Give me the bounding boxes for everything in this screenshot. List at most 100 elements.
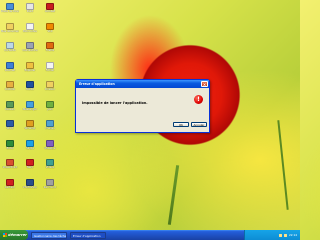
desktop-icon[interactable]: Musique [41, 139, 59, 156]
app-icon [6, 61, 14, 69]
app-icon [46, 22, 54, 30]
desktop-icon[interactable]: Messenger [21, 100, 39, 117]
desktop-icon[interactable]: Poste de travail [1, 3, 19, 19]
app-icon [26, 81, 34, 88]
desktop-icon-label: Fichier [45, 68, 55, 72]
desktop-icon[interactable]: Photoshop [21, 178, 39, 195]
app-icon [46, 61, 54, 69]
desktop-icon[interactable]: Calculatrice [21, 42, 39, 58]
desktop-icon[interactable]: Word [1, 120, 19, 136]
app-icon [46, 178, 54, 186]
desktop-icon[interactable]: Outlook [1, 81, 19, 97]
error-dialog: Erreur d'application × Impossible de lan… [75, 79, 210, 133]
windows-flag-icon [3, 233, 7, 237]
app-icon [6, 22, 14, 30]
desktop-icon-label: Raccourci [43, 185, 57, 189]
app-icon [6, 42, 14, 49]
app-icon [46, 3, 54, 10]
app-icon [46, 120, 54, 127]
error-dialog-task[interactable]: Erreur d'application [70, 231, 106, 239]
start-button[interactable]: démarrer [0, 230, 28, 240]
app-icon [26, 61, 34, 69]
desktop-icon-label: Explorer [24, 68, 36, 72]
app-icon [46, 81, 54, 88]
poppy-stem [167, 165, 180, 225]
taskbar: démarrer Gestionnaire des tâches Erreur … [0, 230, 300, 240]
desktop-icon[interactable]: VLC [41, 22, 59, 39]
app-icon [46, 139, 54, 147]
desktop-icon[interactable]: Jeux [41, 100, 59, 117]
desktop-icon[interactable]: Raccourci [41, 178, 59, 195]
desktop-icon-label: Poste de travail [1, 10, 19, 13]
desktop-icon-label: Firefox [45, 49, 55, 52]
desktop-icon[interactable]: Excel [1, 139, 19, 156]
network-icon[interactable] [283, 233, 287, 237]
app-icon [6, 139, 14, 147]
desktop-icon[interactable]: Internet [1, 61, 19, 78]
desktop-icon[interactable]: Images [41, 120, 59, 136]
app-icon [6, 81, 14, 88]
desktop-icon-label: Corbeille [4, 49, 16, 52]
desktop-icon[interactable]: Nero [21, 159, 39, 175]
desktop-icon-label: Jeux [47, 107, 53, 111]
desktop-icon[interactable]: Réseau [1, 100, 19, 117]
desktop-icon-label: Dossier [45, 88, 55, 91]
desktop-icon-label: Acrobat [44, 10, 55, 13]
clock: 22:14 [288, 233, 297, 237]
close-icon[interactable]: × [201, 81, 208, 87]
desktop-icon[interactable]: Paint [21, 3, 39, 19]
desktop-icon[interactable]: Acrobat [41, 3, 59, 19]
desktop-icon-label: Skype [26, 146, 34, 150]
app-icon [46, 100, 54, 108]
volume-icon[interactable] [278, 233, 282, 237]
desktop-icon-label: Outlook [4, 88, 16, 91]
dialog-titlebar[interactable]: Erreur d'application × [76, 80, 209, 88]
desktop-icon-label: Lecteur [5, 185, 15, 189]
desktop-icon[interactable]: PowerPoint [1, 159, 19, 175]
desktop-icon-label: Word [6, 127, 14, 130]
app-icon [26, 139, 34, 147]
desktop-icon[interactable]: Lecteur [1, 178, 19, 195]
desktop-icon[interactable]: Explorer [21, 61, 39, 78]
desktop-icon[interactable]: Fichier [41, 61, 59, 78]
app-icon [46, 159, 54, 166]
app-icon [6, 159, 14, 166]
app-icon [6, 120, 14, 127]
desktop-icon[interactable]: Bloc-notes [21, 22, 39, 39]
desktop-icon-label: VLC [47, 29, 53, 33]
desktop-icon-label: Photoshop [23, 185, 37, 189]
error-icon: ! [194, 95, 203, 104]
desktop-icon-label: PowerPoint [2, 166, 18, 169]
desktop-icon[interactable]: Corbeille [1, 42, 19, 58]
desktop-icon-label: Internet [4, 68, 16, 72]
desktop-icon[interactable]: Dossier [41, 81, 59, 97]
ok-button[interactable]: OK [173, 122, 189, 127]
desktop-icon-label: Messenger [22, 107, 38, 111]
desktop: { "dialog": { "title": "Erreur d'applica… [0, 0, 300, 240]
desktop-icon-label: Paint [26, 10, 34, 13]
error-message: Impossible de lancer l'application. [82, 101, 148, 105]
app-icon [26, 178, 34, 186]
app-icon [26, 22, 34, 30]
app-icon [46, 42, 54, 49]
app-icon [26, 159, 34, 166]
dialog-title: Erreur d'application [79, 82, 115, 86]
desktop-icon[interactable]: Mes documents [1, 22, 19, 39]
start-label: démarrer [8, 233, 27, 237]
desktop-icon-label: Images [45, 127, 55, 130]
desktop-icon-label: Excel [6, 146, 14, 150]
desktop-icon[interactable]: Skype [21, 139, 39, 156]
app-icon [6, 3, 14, 10]
grass-stem [277, 120, 289, 210]
cancel-button[interactable]: Annuler [191, 122, 207, 127]
app-icon [26, 3, 34, 10]
desktop-icon-label: Vidéos [45, 166, 55, 169]
desktop-icon[interactable]: Winamp [21, 120, 39, 136]
desktop-icon-label: Nero [26, 166, 34, 169]
desktop-icon-label: Réseau [5, 107, 15, 111]
desktop-icon[interactable]: Media [21, 81, 39, 97]
desktop-icon[interactable]: Vidéos [41, 159, 59, 175]
desktop-icon-label: Mes documents [1, 29, 19, 33]
desktop-icon[interactable]: Firefox [41, 42, 59, 58]
task-manager-task[interactable]: Gestionnaire des tâches [31, 231, 67, 239]
